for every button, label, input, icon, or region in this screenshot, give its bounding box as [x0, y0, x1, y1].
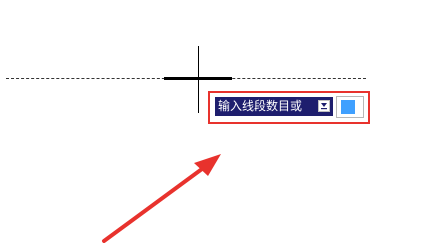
drawing-canvas[interactable]: 输入线段数目或	[0, 0, 431, 243]
input-cursor-highlight	[341, 100, 355, 114]
segment-count-input[interactable]	[336, 96, 364, 118]
crosshair-cursor-horizontal	[164, 79, 232, 80]
prompt-label: 输入线段数目或	[218, 99, 303, 113]
options-dropdown-button[interactable]	[318, 100, 330, 112]
dropdown-arrow-icon	[321, 103, 327, 110]
dynamic-input-prompt: 输入线段数目或	[215, 97, 333, 116]
